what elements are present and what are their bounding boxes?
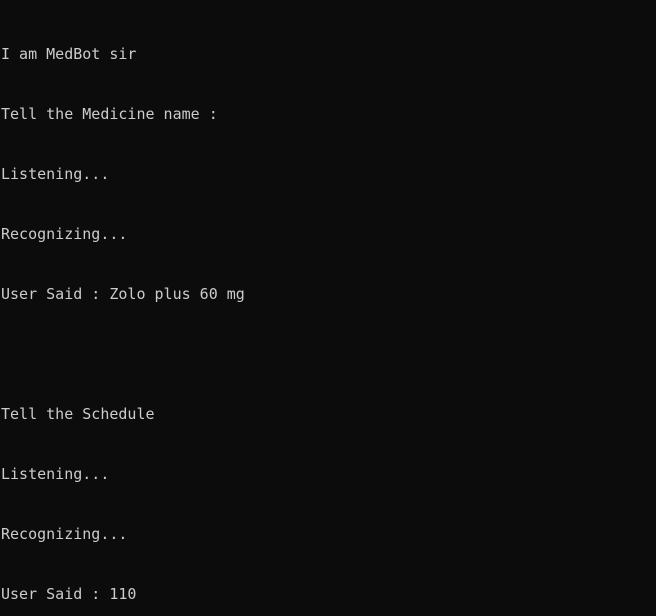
terminal-line: Tell the Medicine name : — [1, 105, 218, 123]
terminal-line: User Said : Zolo plus 60 mg — [1, 285, 245, 303]
terminal-line: I am MedBot sir — [1, 45, 137, 63]
terminal-line: Tell the Schedule — [1, 405, 155, 423]
terminal-line: Listening... — [1, 165, 110, 183]
terminal-output-window[interactable]: I am MedBot sir Tell the Medicine name :… — [0, 0, 656, 616]
terminal-line: Recognizing... — [1, 225, 128, 243]
terminal-line: Listening... — [1, 465, 110, 483]
terminal-line: User Said : 110 — [1, 585, 137, 603]
terminal-line: Recognizing... — [1, 525, 128, 543]
